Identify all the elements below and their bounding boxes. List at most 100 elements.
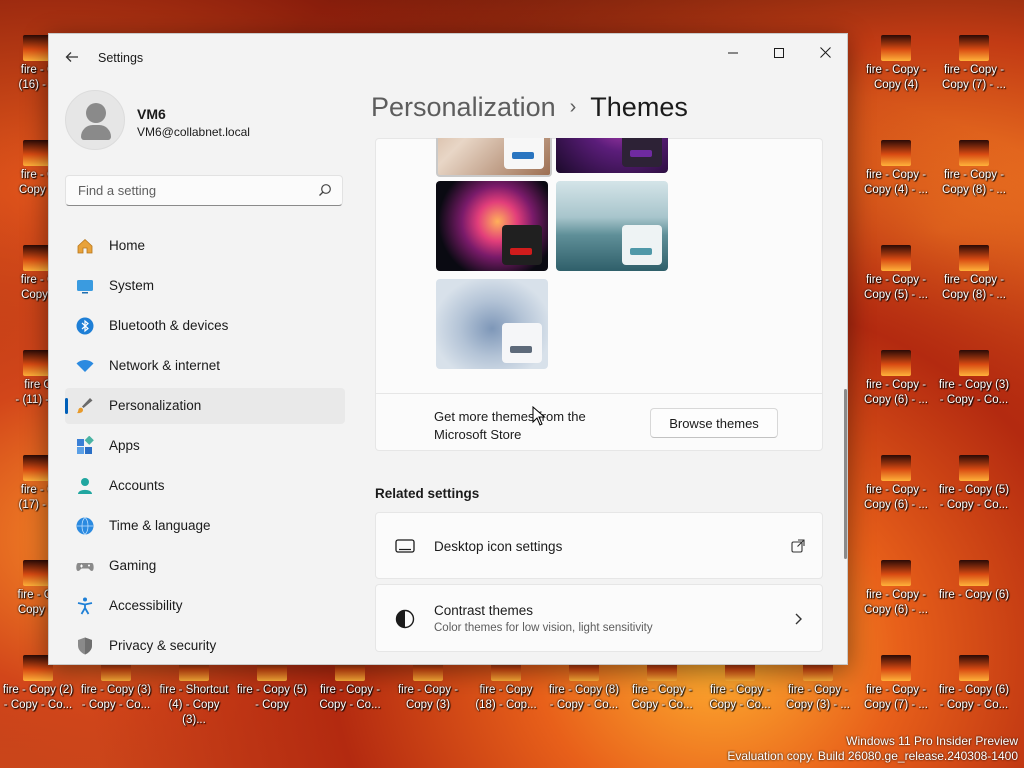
fire-image-icon — [881, 455, 911, 481]
windows-watermark: Windows 11 Pro Insider Preview Evaluatio… — [727, 734, 1018, 764]
desktop-file-label: fire - Copy - Copy (8) - ... — [942, 274, 1006, 301]
desktop-file-label: fire - Copy - Copy - Co... — [319, 684, 381, 711]
desktop-file-icon[interactable]: fire - Copy - Copy (4) — [858, 35, 934, 93]
maximize-button[interactable] — [756, 38, 802, 68]
desktop-file-icon[interactable]: fire - Copy - Copy (6) - ... — [858, 560, 934, 618]
scrollbar-thumb[interactable] — [844, 389, 847, 559]
fire-image-icon — [881, 245, 911, 271]
desktop-icon — [395, 539, 415, 553]
fire-image-icon — [959, 35, 989, 61]
fire-image-icon — [881, 35, 911, 61]
desktop-file-label: fire - Copy - Copy (4) — [865, 64, 927, 91]
desktop-file-icon[interactable]: fire - Shortcut (4) - Copy (3)... — [156, 655, 232, 728]
gamepad-icon — [76, 563, 94, 571]
profile-name: VM6 — [137, 106, 166, 122]
desktop-file-icon[interactable]: fire - Copy - Copy (8) - ... — [936, 245, 1012, 303]
row-title: Contrast themes — [434, 603, 534, 618]
desktop-file-label: fire - Copy - Copy (6) - ... — [864, 379, 928, 406]
desktop-file-icon[interactable]: fire - Copy - Copy (6) - ... — [858, 455, 934, 513]
sidebar-item-privacy-security[interactable]: Privacy & security — [65, 628, 345, 664]
close-button[interactable] — [802, 38, 847, 68]
apps-icon — [77, 436, 94, 454]
desktop-file-label: fire - Copy - Copy (8) - ... — [942, 169, 1006, 196]
desktop-icon-settings-row[interactable]: Desktop icon settings — [375, 512, 823, 579]
sidebar-item-personalization[interactable]: Personalization — [65, 388, 345, 424]
sidebar-item-accessibility[interactable]: Accessibility — [65, 588, 345, 624]
desktop-file-icon[interactable]: fire - Copy (6) — [936, 560, 1012, 603]
avatar-body — [81, 125, 111, 140]
browse-themes-button[interactable]: Browse themes — [650, 408, 778, 438]
desktop-file-icon[interactable]: fire - Copy (3) - Copy - Co... — [936, 350, 1012, 408]
accessibility-icon — [77, 597, 93, 615]
sidebar-item-apps[interactable]: Apps — [65, 428, 345, 464]
row-title: Desktop icon settings — [434, 539, 563, 554]
arrow-left-icon — [65, 52, 78, 62]
breadcrumb-personalization[interactable]: Personalization — [371, 92, 556, 122]
desktop-file-icon[interactable]: fire - Copy - Copy (7) - ... — [858, 655, 934, 713]
theme-thumbnail-purple[interactable] — [556, 138, 668, 173]
minimize-icon — [728, 52, 738, 54]
sidebar-item-accounts[interactable]: Accounts — [65, 468, 345, 504]
desktop-file-icon[interactable]: fire - Copy - Copy (8) - ... — [936, 140, 1012, 198]
sidebar-item-label: Home — [109, 238, 146, 253]
breadcrumb-current: Themes — [590, 92, 688, 122]
sidebar-item-label: Gaming — [109, 558, 157, 573]
fire-image-icon — [881, 655, 911, 681]
sidebar-item-label: Network & internet — [109, 358, 221, 373]
theme-accent-bar — [630, 248, 652, 255]
desktop-file-label: fire - Copy - Copy (6) - ... — [864, 589, 928, 616]
related-settings-heading: Related settings — [375, 486, 480, 501]
search-input[interactable] — [76, 182, 310, 199]
avatar[interactable] — [65, 90, 125, 150]
settings-window: Settings VM6 VM6@collabnet.local Home Sys… — [48, 33, 848, 665]
title-bar[interactable]: Settings — [49, 34, 847, 82]
desktop-file-label: fire - Copy - Copy (4) - ... — [864, 169, 928, 196]
desktop-file-icon[interactable]: fire - Copy - Copy (5) - ... — [858, 245, 934, 303]
chevron-right-icon — [795, 613, 802, 625]
theme-accent-bar — [630, 150, 652, 157]
back-button[interactable] — [61, 46, 83, 68]
theme-preview-window — [502, 225, 542, 265]
theme-thumbnail-flow[interactable] — [436, 279, 548, 369]
sidebar-nav: Home System Bluetooth & devices Network & i… — [65, 228, 345, 664]
sidebar-item-label: Accounts — [109, 478, 165, 493]
theme-thumbnail-glow[interactable] — [436, 138, 552, 177]
fire-image-icon — [959, 560, 989, 586]
sidebar-item-network-internet[interactable]: Network & internet — [65, 348, 345, 384]
theme-thumbnail-sunrise-lake[interactable] — [556, 181, 668, 271]
browse-text-line2: Microsoft Store — [434, 427, 522, 442]
search-box[interactable] — [65, 175, 343, 206]
desktop-file-icon[interactable]: fire - Copy - Copy (6) - ... — [858, 350, 934, 408]
theme-preview-window — [622, 225, 662, 265]
desktop-file-icon[interactable]: fire - Copy (6) - Copy - Co... — [936, 655, 1012, 713]
shield-icon — [78, 637, 92, 655]
desktop-file-label: fire - Copy (5) - Copy - Co... — [938, 484, 1010, 511]
mouse-cursor-icon — [532, 406, 546, 426]
theme-thumbnail-captured-motion[interactable] — [436, 181, 548, 271]
desktop-file-label: fire - Copy - Copy (5) - ... — [864, 274, 928, 301]
theme-preview-window — [622, 138, 662, 167]
desktop-file-label: fire - Copy - Copy (7) - ... — [942, 64, 1006, 91]
minimize-button[interactable] — [710, 38, 756, 68]
fire-image-icon — [959, 140, 989, 166]
sidebar-item-label: Bluetooth & devices — [109, 318, 229, 333]
desktop-file-label: fire - Copy - Copy - Co... — [631, 684, 693, 711]
row-subtitle: Color themes for low vision, light sensi… — [434, 622, 653, 634]
desktop-file-icon[interactable]: fire - Copy (5) - Copy - Co... — [936, 455, 1012, 513]
fire-image-icon — [959, 455, 989, 481]
desktop-file-label: fire - Copy - Copy (6) - ... — [864, 484, 928, 511]
bluetooth-icon — [76, 317, 94, 335]
desktop-file-icon[interactable]: fire - Copy - Copy (7) - ... — [936, 35, 1012, 93]
sidebar-item-home[interactable]: Home — [65, 228, 345, 264]
theme-preview-window — [504, 138, 544, 169]
desktop-file-icon[interactable]: fire - Copy - Copy (4) - ... — [858, 140, 934, 198]
sidebar-item-system[interactable]: System — [65, 268, 345, 304]
contrast-themes-row[interactable]: Contrast themes Color themes for low vis… — [375, 584, 823, 652]
sidebar-item-bluetooth-devices[interactable]: Bluetooth & devices — [65, 308, 345, 344]
sidebar-item-gaming[interactable]: Gaming — [65, 548, 345, 584]
sidebar-item-time-language[interactable]: Time & language — [65, 508, 345, 544]
desktop-file-label: fire - Copy (2) - Copy - Co... — [2, 684, 74, 711]
desktop-file-label: fire - Copy (8) - Copy - Co... — [548, 684, 620, 711]
avatar-head — [86, 103, 106, 123]
theme-preview-window — [502, 323, 542, 363]
